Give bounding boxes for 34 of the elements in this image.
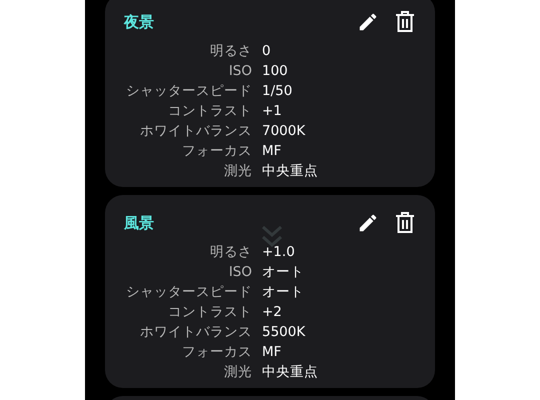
setting-value: 5500K xyxy=(262,323,306,342)
setting-label: ホワイトバランス xyxy=(139,122,252,141)
setting-value: オート xyxy=(262,263,304,282)
setting-value: MF xyxy=(262,142,282,161)
setting-value: +2 xyxy=(262,303,282,322)
setting-label: コントラスト xyxy=(167,303,252,322)
setting-value: 7000K xyxy=(262,122,306,141)
setting-label: シャッタースピード xyxy=(125,283,252,302)
setting-label: ホワイトバランス xyxy=(139,323,252,342)
setting-value: 0 xyxy=(262,42,271,61)
setting-label: コントラスト xyxy=(167,102,252,121)
setting-label: フォーカス xyxy=(181,142,252,161)
setting-value: 1/50 xyxy=(262,82,292,101)
setting-value: +1 xyxy=(262,102,282,121)
preset-title: 夜景 xyxy=(124,12,154,33)
pencil-icon[interactable] xyxy=(357,11,379,33)
setting-label: ISO xyxy=(228,62,252,81)
setting-value: 100 xyxy=(262,62,288,81)
setting-label: 明るさ xyxy=(209,243,252,262)
setting-label: 測光 xyxy=(223,363,252,382)
setting-value: オート xyxy=(262,283,304,302)
setting-value: 中央重点 xyxy=(262,162,318,181)
setting-label: シャッタースピード xyxy=(125,82,252,101)
setting-label: 明るさ xyxy=(209,42,252,61)
setting-label: フォーカス xyxy=(181,343,252,362)
setting-value: 中央重点 xyxy=(262,363,318,382)
setting-label: ISO xyxy=(228,263,252,282)
setting-value: +1.0 xyxy=(262,243,295,262)
setting-label: 測光 xyxy=(223,162,252,181)
preset-title: 風景 xyxy=(124,213,154,234)
trash-icon[interactable] xyxy=(395,212,415,234)
pencil-icon[interactable] xyxy=(357,212,379,234)
setting-value: MF xyxy=(262,343,282,362)
trash-icon[interactable] xyxy=(395,11,415,33)
